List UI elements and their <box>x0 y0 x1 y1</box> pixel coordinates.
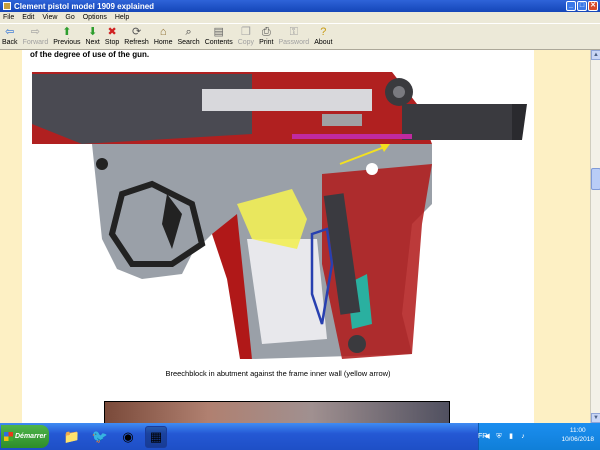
menu-options[interactable]: Options <box>83 14 107 21</box>
stop-icon: ✖ <box>107 26 117 38</box>
barrel-tip <box>512 104 527 140</box>
toolbar-label: Back <box>2 39 18 46</box>
clock-date: 10/06/2018 <box>561 436 594 443</box>
toolbar-label: Print <box>259 39 274 46</box>
toolbar-next-button[interactable]: ⬇ Next <box>85 24 99 46</box>
page-text: of the degree of use of the gun. <box>30 50 150 59</box>
vertical-scrollbar[interactable]: ▲ ▼ <box>590 50 600 423</box>
contents-icon: ▤ <box>213 26 224 38</box>
close-button[interactable]: ✕ <box>588 1 598 11</box>
language-indicator[interactable]: FR <box>478 433 487 440</box>
toolbar-label: Password <box>278 39 310 46</box>
toolbar-contents-button[interactable]: ▤ Contents <box>205 24 233 46</box>
toolbar-label: About <box>314 39 333 46</box>
back-arrow-icon: ⇦ <box>5 26 15 38</box>
start-button[interactable]: Démarrer <box>1 425 49 448</box>
windows-flag-icon <box>4 432 13 441</box>
copy-icon: ❐ <box>240 26 251 38</box>
toolbar-label: Home <box>153 39 173 46</box>
toolbar-refresh-button[interactable]: ⟳ Refresh <box>124 24 149 46</box>
toolbar-label: Forward <box>22 39 49 46</box>
toolbar-password-button: ⚿ Password <box>278 24 309 46</box>
home-icon: ⌂ <box>159 26 167 38</box>
window-title: Clement pistol model 1909 explained <box>14 1 155 11</box>
menu-help[interactable]: Help <box>115 14 129 21</box>
toolbar-previous-button[interactable]: ⬆ Previous <box>53 24 80 46</box>
pistol-diagram <box>32 72 527 359</box>
menu-edit[interactable]: Edit <box>22 14 34 21</box>
toolbar-forward-button: ⇨ Forward <box>23 24 49 46</box>
forward-arrow-icon: ⇨ <box>30 26 41 38</box>
tray-network-icon[interactable]: ▮ <box>507 433 515 441</box>
search-icon: ⌕ <box>185 26 192 38</box>
toolbar-label: Contents <box>204 39 233 46</box>
spring <box>322 114 362 126</box>
toolbar-about-button[interactable]: ? About <box>314 24 332 46</box>
toolbar-back-button[interactable]: ⇦ Back <box>2 24 18 46</box>
start-label: Démarrer <box>15 433 47 440</box>
password-key-icon: ⚿ <box>289 26 299 38</box>
system-tray: ◀ ⛨ ▮ ♪ 11:00 10/06/2018 <box>478 423 600 450</box>
chrome-app-icon[interactable]: ◉ <box>117 426 139 448</box>
menu-view[interactable]: View <box>42 14 57 21</box>
about-icon: ? <box>320 26 327 38</box>
menu-bar: File Edit View Go Options Help <box>0 12 600 22</box>
menu-file[interactable]: File <box>3 14 14 21</box>
toolbar-stop-button[interactable]: ✖ Stop <box>105 24 119 46</box>
clock-time: 11:00 <box>569 427 586 434</box>
toolbar-label: Search <box>177 39 200 46</box>
toolbar-print-button[interactable]: ⎙ Print <box>259 24 273 46</box>
toolbar-label: Stop <box>104 39 120 46</box>
toolbar-label: Refresh <box>124 39 149 46</box>
app-icon <box>3 2 11 10</box>
figure-caption: Breechblock in abutment against the fram… <box>165 369 391 378</box>
down-arrow-icon: ⬇ <box>88 26 98 38</box>
menu-go[interactable]: Go <box>65 14 74 21</box>
grip-screw <box>348 335 366 353</box>
next-photo <box>104 401 450 423</box>
scroll-down-icon[interactable]: ▼ <box>591 413 600 423</box>
toolbar-copy-button: ❐ Copy <box>238 24 254 46</box>
folder-app-icon[interactable]: 📁 <box>61 426 83 448</box>
tray-volume-icon[interactable]: ♪ <box>519 433 527 441</box>
window-titlebar: Clement pistol model 1909 explained _ □ … <box>0 0 600 12</box>
help-viewer-app-icon[interactable]: ▦ <box>145 425 167 448</box>
scroll-thumb[interactable] <box>591 168 600 190</box>
print-icon: ⎙ <box>261 26 271 38</box>
toolbar-home-button[interactable]: ⌂ Home <box>154 24 173 46</box>
toolbar-search-button[interactable]: ⌕ Search <box>178 24 200 46</box>
tray-shield-icon[interactable]: ⛨ <box>495 433 503 441</box>
refresh-icon: ⟳ <box>131 26 142 38</box>
toolbar-label: Previous <box>53 39 81 46</box>
toolbar-label: Next <box>85 39 100 46</box>
document-page: of the degree of use of the gun. Breechb… <box>22 50 534 423</box>
toolbar-label: Copy <box>237 39 255 46</box>
content-area: of the degree of use of the gun. Breechb… <box>0 50 590 423</box>
minimize-button[interactable]: _ <box>566 1 576 11</box>
thunderbird-app-icon[interactable]: 🐦 <box>89 426 111 448</box>
slide-inner <box>202 89 372 111</box>
taskbar: Démarrer 📁 🐦 ◉ ▦ ◀ ⛨ ▮ ♪ 11:00 10/06/201… <box>0 423 600 450</box>
scroll-up-icon[interactable]: ▲ <box>591 50 600 60</box>
maximize-button[interactable]: □ <box>577 1 587 11</box>
magenta-bar <box>292 134 412 139</box>
toolbar: ⇦ Back ⇨ Forward ⬆ Previous ⬇ Next ✖ Stop ⟳ Refresh… <box>0 23 600 50</box>
up-arrow-icon: ⬆ <box>62 26 72 38</box>
clock[interactable]: 11:00 10/06/2018 <box>561 426 594 444</box>
barrel <box>402 104 522 140</box>
